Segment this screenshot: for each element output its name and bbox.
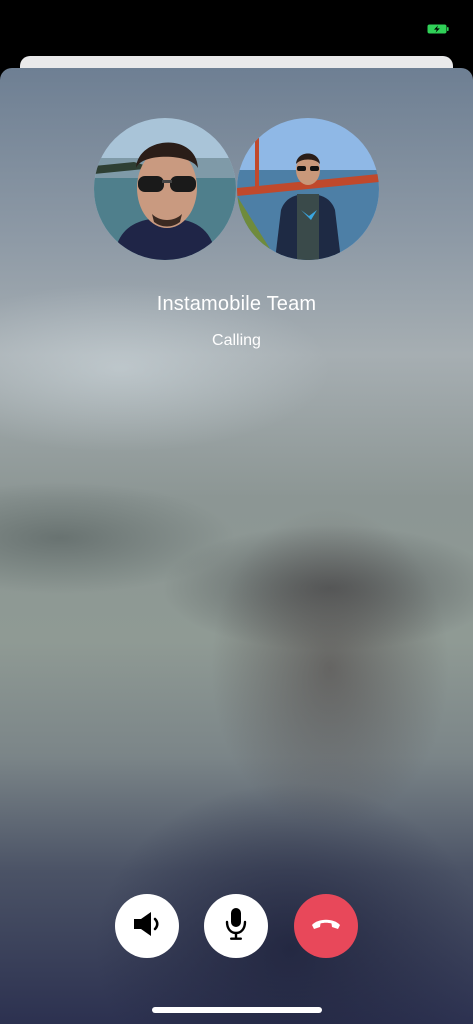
speaker-button[interactable] — [115, 894, 179, 958]
call-screen: Instamobile Team Calling — [0, 0, 473, 1024]
battery-charging-icon — [427, 24, 449, 34]
speaker-icon — [131, 910, 163, 943]
microphone-icon — [225, 907, 247, 946]
caller-name: Instamobile Team — [156, 293, 317, 315]
status-bar — [0, 0, 473, 56]
call-sheet: Instamobile Team Calling — [0, 68, 473, 1024]
participant-avatars — [0, 118, 473, 260]
call-status: Calling — [212, 332, 261, 349]
end-call-icon — [310, 916, 342, 937]
participant-avatar-1 — [94, 118, 236, 260]
mute-button[interactable] — [204, 894, 268, 958]
call-controls — [0, 894, 473, 958]
home-indicator[interactable] — [152, 1007, 322, 1013]
end-call-button[interactable] — [294, 894, 358, 958]
participant-avatar-2 — [237, 118, 379, 260]
